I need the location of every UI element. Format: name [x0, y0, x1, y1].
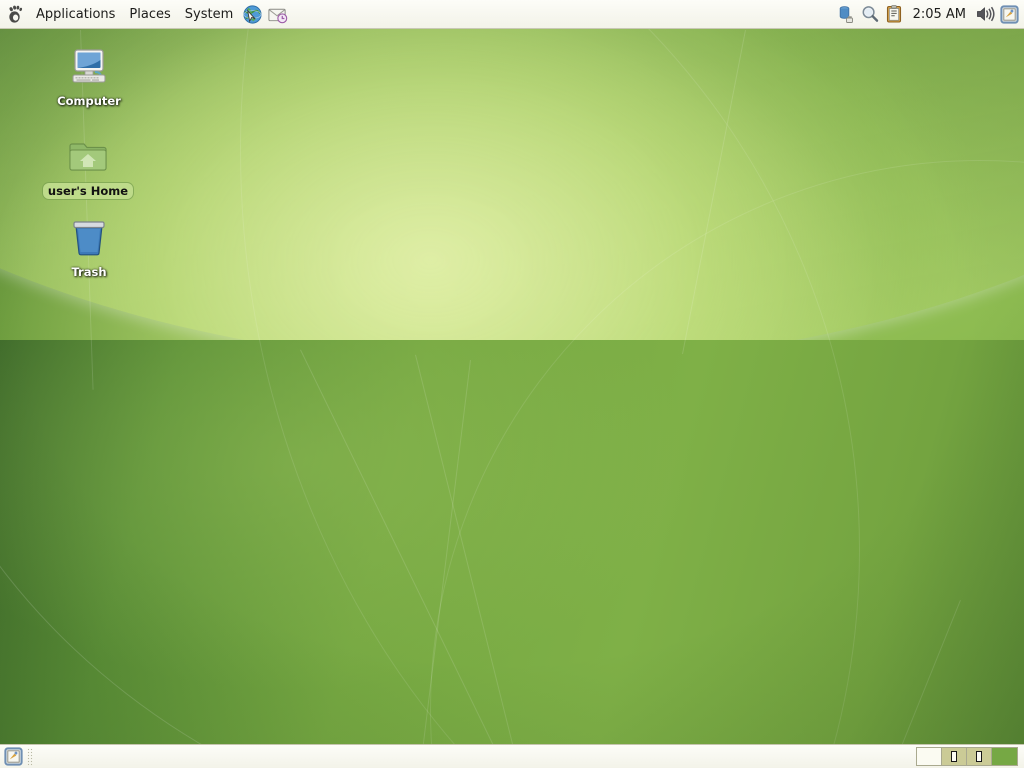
clipboard-icon[interactable] [882, 2, 906, 26]
system-menu[interactable]: System [178, 4, 240, 25]
email-client-launcher-icon[interactable] [265, 2, 290, 27]
top-panel: Applications Places System [0, 0, 1024, 29]
desktop-icon-home[interactable]: user's Home [39, 132, 137, 199]
trash-icon [65, 213, 113, 261]
desktop-icon-label: Computer [52, 93, 126, 109]
workspace-window-thumb [976, 751, 982, 762]
workspace-switcher[interactable] [916, 747, 1018, 766]
applications-menu[interactable]: Applications [29, 4, 122, 25]
workspace-4[interactable] [992, 748, 1017, 765]
computer-icon [65, 42, 113, 90]
volume-speaker-icon[interactable] [973, 2, 997, 26]
desktop-icon-label: user's Home [43, 183, 133, 199]
workspace-window-thumb [951, 751, 957, 762]
workspace-indicator-icon[interactable] [997, 2, 1021, 26]
workspace-3[interactable] [967, 748, 992, 765]
workspace-1[interactable] [917, 748, 942, 765]
desktop-icon-label: Trash [66, 264, 111, 280]
desktop-icon-computer[interactable]: Computer [40, 42, 138, 109]
update-manager-icon[interactable] [834, 2, 858, 26]
places-menu[interactable]: Places [122, 4, 177, 25]
gnome-foot-icon[interactable] [3, 1, 29, 27]
desktop-background[interactable]: Computer user's Home Trash [0, 0, 1024, 768]
workspace-2[interactable] [942, 748, 967, 765]
web-browser-launcher-icon[interactable] [240, 2, 265, 27]
bottom-panel [0, 744, 1024, 768]
clock[interactable]: 2:05 AM [906, 5, 973, 24]
desktop-icon-trash[interactable]: Trash [40, 213, 138, 280]
show-desktop-icon[interactable] [2, 746, 24, 768]
home-folder-icon [64, 132, 112, 180]
panel-grip-handle[interactable] [27, 748, 33, 766]
search-icon[interactable] [858, 2, 882, 26]
